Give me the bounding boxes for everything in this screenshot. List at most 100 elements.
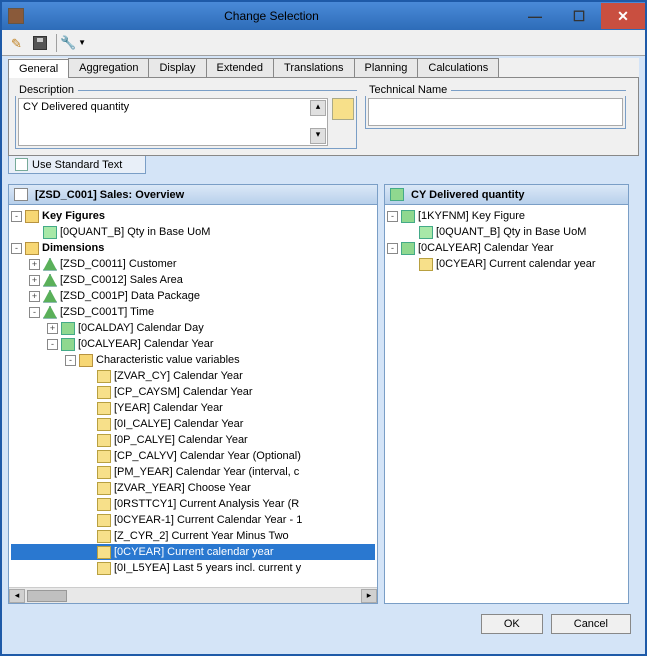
tab-general[interactable]: General: [8, 59, 69, 78]
tree-node[interactable]: [CP_CAYSM] Calendar Year: [11, 384, 375, 400]
tab-calculations[interactable]: Calculations: [417, 58, 499, 77]
dim-icon: [43, 306, 57, 319]
dim-icon: [43, 290, 57, 303]
toolbar: 🔧▼: [2, 30, 645, 56]
tree-node[interactable]: +[ZSD_C001P] Data Package: [11, 288, 375, 304]
tools-dropdown[interactable]: 🔧▼: [63, 33, 83, 53]
expand-toggle[interactable]: -: [387, 243, 398, 254]
tree-node-label: [0I_L5YEA] Last 5 years incl. current y: [114, 562, 301, 574]
close-button[interactable]: ✕: [601, 3, 645, 29]
technical-name-input[interactable]: [368, 98, 623, 126]
tab-display[interactable]: Display: [148, 58, 206, 77]
expand-toggle[interactable]: +: [47, 323, 58, 334]
tree-node[interactable]: -Dimensions: [11, 240, 375, 256]
tree-node-label: [0CALDAY] Calendar Day: [78, 322, 204, 334]
tree-node[interactable]: +[ZSD_C0012] Sales Area: [11, 272, 375, 288]
expand-toggle[interactable]: -: [47, 339, 58, 350]
tab-translations[interactable]: Translations: [273, 58, 355, 77]
var-icon: [97, 562, 111, 575]
tree-node[interactable]: + [0CALDAY] Calendar Day: [11, 320, 375, 336]
tree-node[interactable]: [0CYEAR] Current calendar year: [11, 544, 375, 560]
tree-node[interactable]: [YEAR] Calendar Year: [11, 400, 375, 416]
scroll-down-button[interactable]: ▾: [310, 128, 326, 144]
tree-node[interactable]: [0QUANT_B] Qty in Base UoM: [387, 224, 626, 240]
tree-node[interactable]: [0CYEAR] Current calendar year: [387, 256, 626, 272]
var-icon: [97, 514, 111, 527]
folder-icon: [25, 210, 39, 223]
char-icon: [401, 242, 415, 255]
tree-node[interactable]: - [0CALYEAR] Calendar Year: [11, 336, 375, 352]
tree-node-label: [CP_CAYSM] Calendar Year: [114, 386, 253, 398]
save-button[interactable]: [30, 33, 50, 53]
tree-node-label: [ZSD_C0011] Customer: [60, 258, 177, 270]
tree-node[interactable]: [0CYEAR-1] Current Calendar Year - 1: [11, 512, 375, 528]
scroll-left-button[interactable]: ◂: [9, 589, 25, 603]
expand-toggle[interactable]: +: [29, 275, 40, 286]
var-icon: [97, 402, 111, 415]
expand-toggle[interactable]: -: [387, 211, 398, 222]
source-panel-header: [ZSD_C001] Sales: Overview: [9, 185, 377, 205]
wrench-icon: 🔧: [60, 35, 76, 51]
selection-panel-title: CY Delivered quantity: [411, 189, 525, 201]
wizard-button[interactable]: [332, 98, 354, 120]
selection-tree[interactable]: - [1KYFNM] Key Figure [0QUANT_B] Qty in Ba…: [385, 205, 628, 603]
tree-node[interactable]: [0I_L5YEA] Last 5 years incl. current y: [11, 560, 375, 576]
var-icon: [97, 546, 111, 559]
tree-node[interactable]: [ZVAR_CY] Calendar Year: [11, 368, 375, 384]
scroll-thumb[interactable]: [27, 590, 67, 602]
cancel-button[interactable]: Cancel: [551, 614, 631, 634]
tree-node-label: [ZVAR_CY] Calendar Year: [114, 370, 243, 382]
source-tree[interactable]: - Key Figures [0QUANT_B] Qty in Base UoM-D…: [9, 205, 377, 587]
tree-node[interactable]: [0P_CALYE] Calendar Year: [11, 432, 375, 448]
use-standard-text-checkbox[interactable]: [15, 158, 28, 171]
expand-toggle[interactable]: -: [29, 307, 40, 318]
tree-node-label: [0RSTTCY1] Current Analysis Year (R: [114, 498, 299, 510]
expand-toggle[interactable]: +: [29, 259, 40, 270]
expand-toggle[interactable]: -: [65, 355, 76, 366]
tree-node-label: [Z_CYR_2] Current Year Minus Two: [114, 530, 289, 542]
expand-toggle[interactable]: -: [11, 243, 22, 254]
tree-node-label: [0CYEAR] Current calendar year: [114, 546, 274, 558]
tree-node[interactable]: [0I_CALYE] Calendar Year: [11, 416, 375, 432]
minimize-button[interactable]: —: [513, 3, 557, 29]
maximize-button[interactable]: ☐: [557, 3, 601, 29]
tree-node[interactable]: [PM_YEAR] Calendar Year (interval, c: [11, 464, 375, 480]
tree-node[interactable]: -[ZSD_C001T] Time: [11, 304, 375, 320]
scroll-right-button[interactable]: ▸: [361, 589, 377, 603]
use-standard-text-label: Use Standard Text: [32, 159, 122, 171]
description-fieldset: Description CY Delivered quantity ▴ ▾: [15, 84, 357, 149]
horizontal-scrollbar[interactable]: ◂ ▸: [9, 587, 377, 603]
tree-node-label: [CP_CALYV] Calendar Year (Optional): [114, 450, 301, 462]
tree-node[interactable]: [0RSTTCY1] Current Analysis Year (R: [11, 496, 375, 512]
expand-toggle[interactable]: +: [29, 291, 40, 302]
tree-node[interactable]: -[0CALYEAR] Calendar Year: [387, 240, 626, 256]
tree-node-label: [0CALYEAR] Calendar Year: [78, 338, 214, 350]
tree-node[interactable]: - Key Figures: [11, 208, 375, 224]
tree-node-label: [1KYFNM] Key Figure: [418, 210, 525, 222]
titlebar: Change Selection — ☐ ✕: [2, 2, 645, 30]
tree-node[interactable]: [0QUANT_B] Qty in Base UoM: [11, 224, 375, 240]
tree-node[interactable]: + [ZSD_C0011] Customer: [11, 256, 375, 272]
folder-icon: [25, 242, 39, 255]
selection-panel-header: CY Delivered quantity: [385, 185, 628, 205]
tree-node[interactable]: [ZVAR_YEAR] Choose Year: [11, 480, 375, 496]
tab-aggregation[interactable]: Aggregation: [68, 58, 149, 77]
tree-node[interactable]: -Characteristic value variables: [11, 352, 375, 368]
expand-toggle[interactable]: -: [11, 211, 22, 222]
tree-node[interactable]: - [1KYFNM] Key Figure: [387, 208, 626, 224]
ok-button[interactable]: OK: [481, 614, 543, 634]
var-icon: [97, 450, 111, 463]
edit-button[interactable]: [8, 33, 28, 53]
app-icon: [8, 8, 24, 24]
chevron-down-icon: ▼: [78, 38, 86, 47]
tree-node-label: [YEAR] Calendar Year: [114, 402, 223, 414]
tree-node-label: Key Figures: [42, 210, 105, 222]
tab-extended[interactable]: Extended: [206, 58, 274, 77]
scroll-up-button[interactable]: ▴: [310, 100, 326, 116]
description-input[interactable]: CY Delivered quantity ▴ ▾: [18, 98, 328, 146]
tab-planning[interactable]: Planning: [354, 58, 419, 77]
use-standard-text-row[interactable]: Use Standard Text: [8, 156, 146, 174]
tree-node[interactable]: [CP_CALYV] Calendar Year (Optional): [11, 448, 375, 464]
tree-node[interactable]: [Z_CYR_2] Current Year Minus Two: [11, 528, 375, 544]
var-icon: [97, 370, 111, 383]
